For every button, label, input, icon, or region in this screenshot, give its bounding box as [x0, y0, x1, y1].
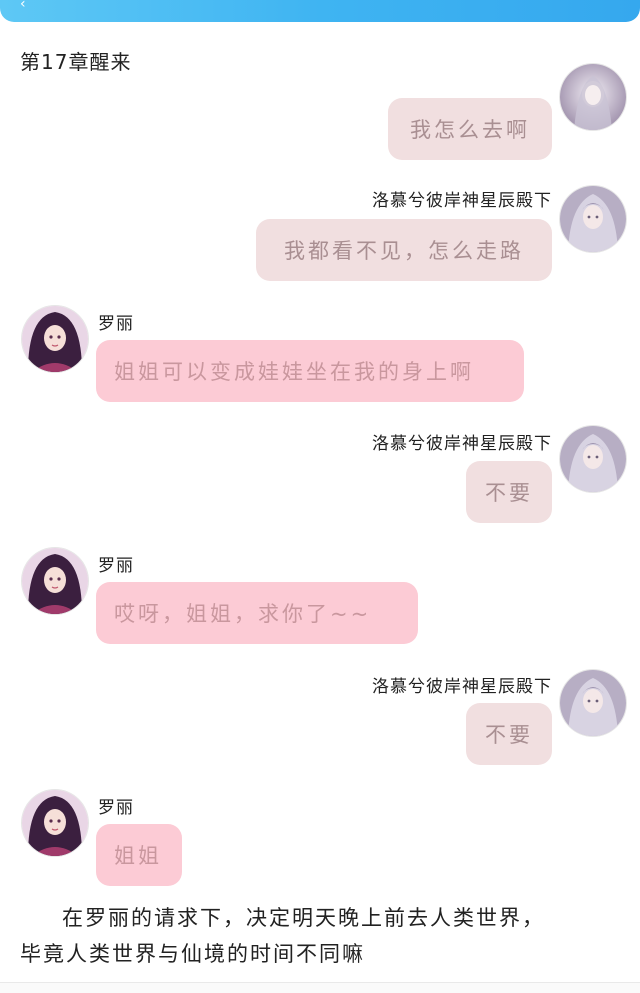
message-bubble-left-5: 哎呀，姐姐，求你了~~: [96, 582, 418, 644]
back-chevron-icon[interactable]: ‹: [20, 0, 34, 12]
message-bubble-right-2: 我都看不见，怎么走路: [256, 219, 552, 281]
avatar-left-3[interactable]: [22, 306, 88, 372]
bottom-divider: [0, 982, 640, 993]
chapter-title: 第17章醒来: [20, 50, 132, 74]
sender-name-right-4: 洛慕兮彼岸神星辰殿下: [372, 434, 552, 454]
avatar-right-1[interactable]: [560, 64, 626, 130]
avatar-right-6[interactable]: [560, 670, 626, 736]
narration-paragraph: 在罗丽的请求下，决定明天晚上前去人类世界， 毕竟人类世界与仙境的时间不同嘛: [20, 900, 620, 972]
message-bubble-left-3: 姐姐可以变成娃娃坐在我的身上啊: [96, 340, 524, 402]
narration-line-2: 毕竟人类世界与仙境的时间不同嘛: [20, 942, 365, 966]
sender-name-left-3: 罗丽: [98, 314, 134, 334]
message-bubble-right-6: 不要: [466, 703, 552, 765]
sender-name-left-5: 罗丽: [98, 556, 134, 576]
avatar-left-5[interactable]: [22, 548, 88, 614]
narration-line-1: 在罗丽的请求下，决定明天晚上前去人类世界，: [62, 906, 545, 930]
sender-name-left-7: 罗丽: [98, 798, 134, 818]
avatar-right-4[interactable]: [560, 426, 626, 492]
avatar-left-7[interactable]: [22, 790, 88, 856]
message-bubble-right-1: 我怎么去啊: [388, 98, 552, 160]
sender-name-right-2: 洛慕兮彼岸神星辰殿下: [372, 191, 552, 211]
sender-name-right-6: 洛慕兮彼岸神星辰殿下: [372, 677, 552, 697]
top-app-bar: ‹: [0, 0, 640, 22]
avatar-right-2[interactable]: [560, 186, 626, 252]
message-bubble-left-7: 姐姐: [96, 824, 182, 886]
message-bubble-right-4: 不要: [466, 461, 552, 523]
